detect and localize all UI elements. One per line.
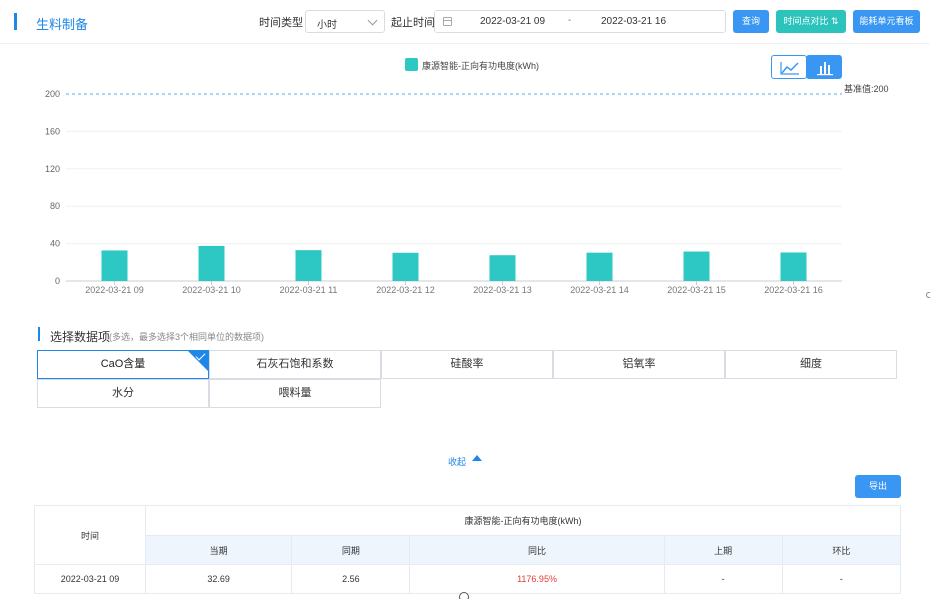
subheader-same-period: 同期 <box>291 535 411 565</box>
data-item-fineness[interactable]: 细度 <box>725 350 897 379</box>
bar <box>295 250 322 281</box>
cell-yoy: 1176.95% <box>409 564 665 594</box>
data-item-cao[interactable]: CaO含量 <box>37 350 209 379</box>
data-items-title: 选择数据项 <box>50 330 111 344</box>
chevron-down-icon <box>367 15 378 26</box>
export-button[interactable]: 导出 <box>855 475 901 498</box>
x-tick-label: 2022-03-21 16 <box>764 285 823 295</box>
data-item-silica-ratio[interactable]: 硅酸率 <box>381 350 553 379</box>
data-item-moisture[interactable]: 水分 <box>37 379 209 408</box>
x-tick-label: 2022-03-21 13 <box>473 285 532 295</box>
legend-label: 康源智能-正向有功电度(kWh) <box>422 61 539 71</box>
x-tick-label: 2022-03-21 11 <box>280 285 338 295</box>
subheader-mom: 环比 <box>781 535 902 565</box>
reference-line-label: 基准值:200 <box>844 84 889 94</box>
title-accent-bar <box>14 13 17 30</box>
subheader-current: 当期 <box>144 535 293 565</box>
cell-previous: - <box>663 564 783 594</box>
y-tick-label: 0 <box>55 276 60 286</box>
group-header: 康源智能-正向有功电度(kWh) <box>145 505 901 536</box>
data-item-feed-rate[interactable]: 喂料量 <box>209 379 381 408</box>
bar <box>489 255 516 281</box>
data-item-label: 喂料量 <box>278 387 312 399</box>
cell-same-period: 2.56 <box>291 564 411 594</box>
data-item-lsf[interactable]: 石灰石饱和系数 <box>209 350 381 379</box>
line-chart-icon <box>780 62 799 75</box>
bar-chart: 0 40 80 120 160 200 2022-03-21 09 2022-03-21 10… <box>45 89 842 295</box>
cell-time: 2022-03-21 09 <box>34 564 146 594</box>
data-item-label: 石灰石饱和系数 <box>256 358 334 370</box>
bar <box>683 251 710 281</box>
collapse-link[interactable]: 收起 <box>448 455 466 468</box>
subheader-yoy: 同比 <box>409 535 665 565</box>
board-button[interactable]: 能耗单元看板 <box>853 10 920 33</box>
data-item-alumina-ratio[interactable]: 铝氧率 <box>553 350 725 379</box>
side-drawer-handle[interactable] <box>926 292 930 298</box>
range-end-input[interactable]: 2022-03-21 16 <box>601 16 666 27</box>
line-chart-toggle[interactable] <box>771 55 807 79</box>
data-item-label: CaO含量 <box>100 358 146 370</box>
bar-chart-toggle[interactable] <box>806 55 842 79</box>
time-header: 时间 <box>34 505 146 565</box>
bar-chart-icon <box>817 62 833 76</box>
bar <box>392 252 419 281</box>
scroll-handle[interactable] <box>459 592 469 599</box>
y-tick-label: 120 <box>45 164 60 174</box>
compare-button[interactable]: 时间点对比 ⇅ <box>776 10 846 33</box>
y-tick-label: 40 <box>50 239 60 249</box>
filter-bar: 生料制备 时间类型： 小时 起止时间： 2022-03-21 09 - 2022… <box>0 0 930 44</box>
table-row: 2022-03-21 09 32.69 2.56 1176.95% - - <box>34 564 902 594</box>
subheader-previous: 上期 <box>663 535 783 565</box>
sort-icon: ⇅ <box>830 16 839 26</box>
bar <box>586 252 613 281</box>
data-table: 时间 康源智能-正向有功电度(kWh) 当期 同期 同比 上期 环比 2022-… <box>34 505 902 594</box>
time-type-value: 小时 <box>317 20 337 31</box>
time-type-select[interactable]: 小时 <box>305 10 385 33</box>
cell-mom: - <box>781 564 902 594</box>
y-tick-label: 160 <box>45 126 60 136</box>
x-tick-label: 2022-03-21 10 <box>182 285 241 295</box>
table-header-row: 时间 康源智能-正向有功电度(kWh) <box>34 505 901 565</box>
x-tick-label: 2022-03-21 12 <box>376 285 435 295</box>
table-subheader-row: 当期 同期 同比 上期 环比 <box>34 535 902 565</box>
data-item-label: 细度 <box>800 358 822 370</box>
bar <box>780 252 807 281</box>
data-item-label: 硅酸率 <box>450 358 484 370</box>
date-range-picker[interactable]: 2022-03-21 09 - 2022-03-21 16 <box>434 10 726 33</box>
range-start-input[interactable]: 2022-03-21 09 <box>480 16 545 27</box>
data-item-label: 水分 <box>112 387 134 399</box>
x-tick-label: 2022-03-21 14 <box>570 285 629 295</box>
x-tick-label: 2022-03-21 09 <box>85 285 144 295</box>
bar <box>198 245 225 281</box>
cell-current: 32.69 <box>144 564 293 594</box>
page: 生料制备 时间类型： 小时 起止时间： 2022-03-21 09 - 2022… <box>0 0 930 599</box>
query-button[interactable]: 查询 <box>733 10 769 33</box>
y-tick-label: 200 <box>45 89 60 99</box>
calendar-icon <box>443 17 452 26</box>
caret-up-icon[interactable] <box>472 455 482 461</box>
bar <box>101 250 128 281</box>
data-items-hint: (多选，最多选择3个相同单位的数据项) <box>109 332 265 342</box>
legend-swatch <box>405 58 418 71</box>
y-tick-label: 80 <box>50 201 60 211</box>
data-item-label: 铝氧率 <box>622 358 656 370</box>
section-accent-bar <box>38 327 40 341</box>
page-title: 生料制备 <box>36 17 89 32</box>
compare-button-label: 时间点对比 <box>783 16 829 26</box>
x-tick-label: 2022-03-21 15 <box>667 285 726 295</box>
range-separator: - <box>568 15 572 26</box>
